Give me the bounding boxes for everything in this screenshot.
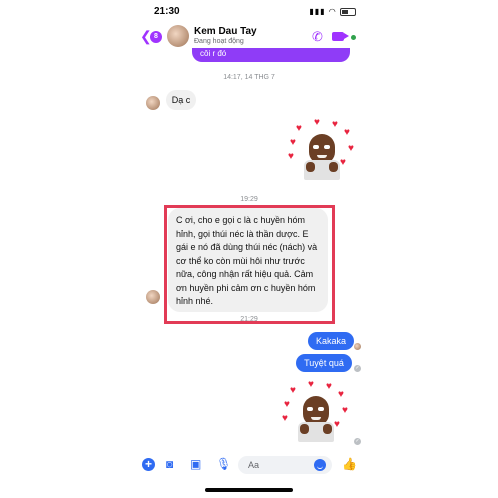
video-icon[interactable] bbox=[332, 32, 349, 41]
microphone-icon[interactable]: 🎙 bbox=[216, 458, 231, 470]
battery-icon bbox=[340, 7, 356, 16]
signal-icon: ▮▮▮ bbox=[309, 7, 326, 16]
heart-icon: ♥ bbox=[340, 157, 346, 168]
contact-avatar[interactable] bbox=[167, 25, 189, 47]
message-input[interactable]: Aa bbox=[238, 456, 332, 474]
status-bar: 21:30 ▮▮▮ ◠ bbox=[134, 0, 364, 22]
heart-icon: ♥ bbox=[332, 119, 338, 130]
heart-icon: ♥ bbox=[308, 379, 314, 390]
heart-icon: ♥ bbox=[326, 381, 332, 392]
heart-icon: ♥ bbox=[282, 413, 288, 424]
highlight-box bbox=[164, 205, 335, 324]
heart-icon: ♥ bbox=[290, 137, 296, 148]
sticker-avatar-hearts: ♥ ♥ ♥ ♥ ♥ ♥ ♥ ♥ bbox=[282, 380, 352, 450]
contact-avatar-small bbox=[146, 290, 160, 304]
sticker-avatar-hearts: ♥ ♥ ♥ ♥ ♥ ♥ ♥ ♥ bbox=[288, 118, 358, 188]
message-bubble-incoming: Dạ c bbox=[166, 90, 196, 110]
heart-icon: ♥ bbox=[348, 143, 354, 154]
heart-icon: ♥ bbox=[296, 123, 302, 134]
delivered-check-icon: ✓ bbox=[354, 438, 361, 445]
contact-avatar-small bbox=[146, 96, 160, 110]
phone-icon[interactable]: ✆ bbox=[312, 29, 323, 45]
heart-icon: ♥ bbox=[314, 117, 320, 128]
heart-icon: ♥ bbox=[290, 385, 296, 396]
heart-icon: ♥ bbox=[288, 151, 294, 162]
heart-icon: ♥ bbox=[284, 399, 290, 410]
heart-icon: ♥ bbox=[334, 419, 340, 430]
composer-bar: + ◙ ▣ 🎙 Aa 👍 bbox=[134, 452, 364, 478]
home-indicator bbox=[205, 488, 293, 492]
delivered-check-icon: ✓ bbox=[354, 365, 361, 372]
plus-icon[interactable]: + bbox=[142, 458, 155, 471]
camera-icon[interactable]: ◙ bbox=[166, 458, 173, 470]
message-bubble-outgoing: Tuyệt quá bbox=[296, 354, 352, 372]
emoji-icon[interactable] bbox=[314, 459, 326, 471]
message-input-placeholder: Aa bbox=[248, 460, 260, 470]
unread-count-badge: 8 bbox=[150, 31, 162, 43]
message-bubble-outgoing: Kakaka bbox=[308, 332, 354, 350]
heart-icon: ♥ bbox=[342, 405, 348, 416]
online-indicator bbox=[351, 35, 356, 40]
wifi-icon: ◠ bbox=[328, 7, 337, 16]
image-icon[interactable]: ▣ bbox=[190, 458, 201, 470]
timestamp: 19:29 bbox=[240, 196, 258, 203]
heart-icon: ♥ bbox=[344, 127, 350, 138]
heart-icon: ♥ bbox=[338, 389, 344, 400]
contact-name[interactable]: Kem Dau Tay bbox=[194, 26, 257, 37]
status-time: 21:30 bbox=[154, 6, 180, 17]
contact-status: Đang hoạt động bbox=[194, 38, 244, 45]
status-icons: ▮▮▮ ◠ bbox=[309, 7, 356, 16]
like-icon[interactable]: 👍 bbox=[342, 458, 357, 470]
read-receipt-avatar bbox=[354, 343, 361, 350]
timestamp: 14:17, 14 THG 7 bbox=[223, 74, 275, 81]
message-bubble-outgoing-partial: côi r đó bbox=[192, 48, 350, 62]
